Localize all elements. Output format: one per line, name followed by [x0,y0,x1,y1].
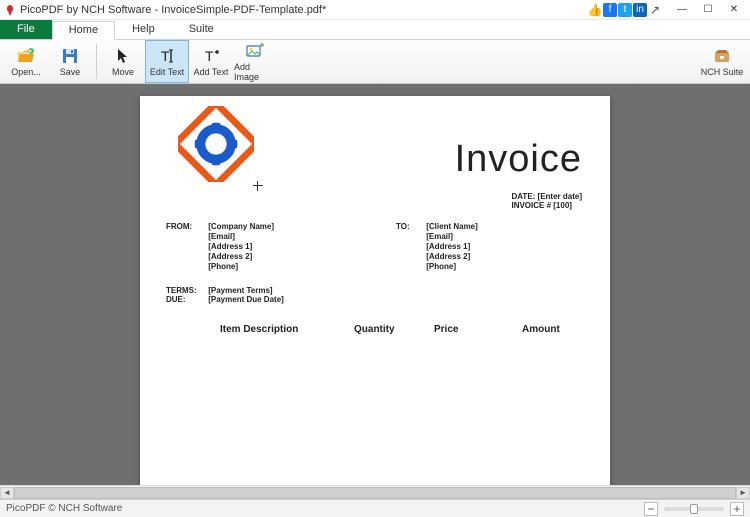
close-button[interactable]: ✕ [722,2,746,18]
thumbs-up-icon[interactable]: 👍 [588,3,602,17]
add-image-button[interactable]: Add Image [233,40,277,83]
from-block[interactable]: FROM: [Company Name] [Email] [Address 1]… [166,222,274,272]
due-value[interactable]: [Payment Due Date] [208,295,284,304]
menu-suite[interactable]: Suite [172,20,231,39]
invoice-columns[interactable]: Item Description Quantity Price Amount [140,324,610,335]
open-button[interactable]: Open... [4,40,48,83]
folder-open-icon [16,46,36,66]
invoice-title[interactable]: Invoice [455,138,582,181]
to-label: TO: [396,222,424,231]
toolbar-separator [96,44,97,79]
pdf-page[interactable]: Invoice DATE: [Enter date] INVOICE # [10… [140,96,610,485]
menu-file[interactable]: File [0,20,52,39]
svg-text:T: T [161,48,170,64]
col-quantity[interactable]: Quantity [350,324,430,335]
menu-bar: File Home Help Suite [0,20,750,40]
add-text-label: Add Text [194,67,229,77]
invoice-date-block[interactable]: DATE: [Enter date] INVOICE # [100] [511,192,582,210]
window-title: PicoPDF by NCH Software - InvoiceSimple-… [20,4,588,16]
maximize-button[interactable]: ☐ [696,2,720,18]
linkedin-icon[interactable]: in [633,3,647,17]
minimize-button[interactable]: — [670,2,694,18]
col-description[interactable]: Item Description [140,324,350,335]
add-text-icon: T [201,46,221,66]
from-addr2[interactable]: [Address 2] [208,252,274,262]
menu-home[interactable]: Home [52,21,115,40]
zoom-slider[interactable] [664,507,724,511]
move-label: Move [112,67,134,77]
status-bar: PicoPDF © NCH Software − + [0,499,750,517]
nch-suite-icon [712,46,732,66]
col-price[interactable]: Price [430,324,500,335]
from-company[interactable]: [Company Name] [208,222,274,232]
to-addr2[interactable]: [Address 2] [426,252,478,262]
to-phone[interactable]: [Phone] [426,262,478,272]
toolbar: Open... Save Move T Edit Text T Add T [0,40,750,84]
terms-label: TERMS: [166,286,206,295]
resize-handle-icon[interactable] [253,181,263,191]
zoom-control: − + [644,502,744,516]
horizontal-scrollbar[interactable]: ◄ ► [0,485,750,499]
edit-text-button[interactable]: T Edit Text [145,40,189,83]
from-email[interactable]: [Email] [208,232,274,242]
move-button[interactable]: Move [101,40,145,83]
window-controls: — ☐ ✕ [670,2,746,18]
col-amount[interactable]: Amount [500,324,590,335]
to-client[interactable]: [Client Name] [426,222,478,232]
facebook-icon[interactable]: f [603,3,617,17]
nch-suite-button[interactable]: NCH Suite [698,40,746,83]
svg-text:T: T [205,48,214,64]
edit-text-icon: T [157,46,177,66]
scroll-left-button[interactable]: ◄ [0,487,14,499]
zoom-slider-thumb[interactable] [690,504,698,514]
nch-suite-label: NCH Suite [701,67,744,77]
save-label: Save [60,67,81,77]
share-icon[interactable]: ↗ [648,3,662,17]
scroll-track[interactable] [14,487,736,499]
save-icon [60,46,80,66]
edit-text-label: Edit Text [150,67,184,77]
zoom-out-button[interactable]: − [644,502,658,516]
terms-block[interactable]: TERMS: [Payment Terms] DUE: [Payment Due… [166,286,284,304]
to-addr1[interactable]: [Address 1] [426,242,478,252]
scroll-right-button[interactable]: ► [736,487,750,499]
add-image-label: Add Image [234,62,276,82]
to-block[interactable]: TO: [Client Name] [Email] [Address 1] [A… [396,222,478,272]
from-phone[interactable]: [Phone] [208,262,274,272]
document-area[interactable]: Invoice DATE: [Enter date] INVOICE # [10… [0,84,750,485]
terms-value[interactable]: [Payment Terms] [208,286,272,295]
scroll-thumb[interactable] [14,487,736,499]
to-email[interactable]: [Email] [426,232,478,242]
menu-help[interactable]: Help [115,20,172,39]
from-label: FROM: [166,222,206,231]
zoom-in-button[interactable]: + [730,502,744,516]
invoice-number[interactable]: INVOICE # [100] [511,201,582,210]
title-bar: PicoPDF by NCH Software - InvoiceSimple-… [0,0,750,20]
cursor-icon [113,46,133,66]
add-text-button[interactable]: T Add Text [189,40,233,83]
from-addr1[interactable]: [Address 1] [208,242,274,252]
invoice-date[interactable]: DATE: [Enter date] [511,192,582,201]
open-label: Open... [11,67,41,77]
copyright-text: PicoPDF © NCH Software [6,503,122,514]
invoice-logo[interactable] [178,106,254,182]
due-label: DUE: [166,295,206,304]
twitter-icon[interactable]: t [618,3,632,17]
add-image-icon [245,41,265,61]
social-icons: 👍 f t in ↗ [588,3,662,17]
app-icon [4,4,16,16]
save-button[interactable]: Save [48,40,92,83]
